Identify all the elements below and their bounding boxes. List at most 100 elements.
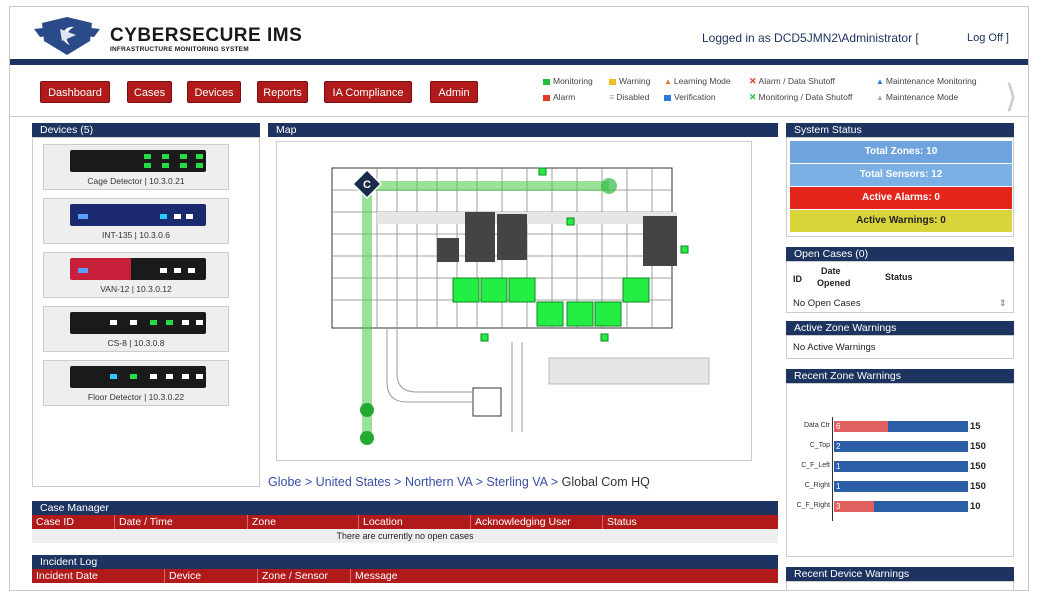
col-status[interactable]: Status (602, 515, 637, 529)
no-active-warnings: No Active Warnings (793, 342, 876, 353)
open-cases-panel: ID Date Opened Status No Open Cases ⇕ (786, 261, 1014, 313)
no-cases-message: There are currently no open cases (32, 529, 778, 543)
zone-bar-count: 3 (836, 502, 841, 511)
col-device[interactable]: Device (164, 569, 201, 583)
col-opened: Opened (817, 278, 851, 288)
navbar: Dashboard Cases Devices Reports IA Compl… (10, 71, 1028, 117)
legend-disabled: ≡ Disabled (609, 92, 649, 102)
legend-label: Alarm / Data Shutoff (758, 76, 835, 86)
legend-label: Disabled (616, 92, 650, 102)
nav-cases[interactable]: Cases (127, 81, 172, 103)
device-image (70, 258, 206, 280)
device-image (70, 150, 206, 172)
zone-bar-total: 150 (970, 481, 986, 492)
col-date: Date (821, 266, 841, 276)
warning-icon (609, 78, 616, 85)
total-sensors: Total Sensors: 12 (790, 164, 1012, 186)
disabled-icon: ≡ (609, 92, 615, 102)
open-cases-title: Open Cases (0) (786, 247, 1014, 261)
legend-label: Verification (674, 92, 716, 102)
device-card[interactable]: Cage Detector | 10.3.0.21 (43, 144, 229, 190)
app-title: CYBERSECURE IMS (110, 25, 303, 46)
alarm-icon (543, 94, 550, 101)
zone-bar[interactable]: 6 (834, 421, 968, 432)
login-status: Logged in as DCD5JMN2\Administrator [ (702, 31, 919, 45)
breadcrumb: Globe > United States > Northern VA > St… (268, 475, 650, 489)
header: CYBERSECURE IMS INFRASTRUCTURE MONITORIN… (10, 7, 1028, 65)
zone-bar-label: C_F_Right (796, 502, 830, 509)
case-manager-title: Case Manager (32, 501, 778, 515)
crumb-sep: > (394, 475, 402, 489)
device-card[interactable]: INT-135 | 10.3.0.6 (43, 198, 229, 244)
total-zones: Total Zones: 10 (790, 141, 1012, 163)
zone-bar-total: 15 (970, 421, 981, 432)
map-canvas[interactable]: C (276, 141, 752, 461)
col-ack-user[interactable]: Acknowledging User (470, 515, 571, 529)
nav-admin[interactable]: Admin (430, 81, 478, 103)
col-status: Status (885, 272, 913, 282)
zone-bar-label: Data Ctr (803, 422, 830, 429)
zone-bar-total: 150 (970, 441, 986, 452)
col-location[interactable]: Location (358, 515, 403, 529)
legend-label: Monitoring (553, 76, 593, 86)
crumb-current: Global Com HQ (561, 475, 650, 489)
spinner-icon[interactable]: ⇕ (999, 298, 1007, 309)
legend-label: Alarm (553, 92, 576, 102)
zone-warnings-panel: No Active Warnings (786, 335, 1014, 359)
zone-bar[interactable]: 3 (834, 501, 968, 512)
map-marker-label[interactable]: C (363, 179, 371, 191)
col-case-id[interactable]: Case ID (32, 515, 74, 529)
nav-ia-compliance[interactable]: IA Compliance (324, 81, 412, 103)
col-zone[interactable]: Zone (247, 515, 276, 529)
recent-device-warnings-title: Recent Device Warnings (786, 567, 1014, 581)
nav-dashboard[interactable]: Dashboard (40, 81, 110, 103)
legend-label: Monitoring / Data Shutoff (758, 92, 853, 102)
incident-log-header: Incident Date Device Zone / Sensor Messa… (32, 569, 778, 583)
devices-title: Devices (5) (32, 123, 260, 137)
col-date-time[interactable]: Date / Time (114, 515, 173, 529)
legend-alarm: Alarm (543, 92, 575, 102)
device-card[interactable]: Floor Detector | 10.3.0.22 (43, 360, 229, 406)
legend-warning: Warning (609, 76, 650, 86)
legend-label: Maintenance Mode (885, 92, 959, 102)
col-zone-sensor[interactable]: Zone / Sensor (257, 569, 328, 583)
app-subtitle: INFRASTRUCTURE MONITORING SYSTEM (110, 46, 249, 53)
monitoring-icon (543, 78, 550, 85)
alarm-shutoff-icon: ✕ (749, 76, 757, 86)
zone-bar[interactable]: 2 (834, 441, 968, 452)
device-card[interactable]: VAN-12 | 10.3.0.12 (43, 252, 229, 298)
col-message[interactable]: Message (350, 569, 398, 583)
mon-shutoff-icon: ✕ (749, 92, 757, 102)
crumb-nva[interactable]: Northern VA (405, 475, 472, 489)
crumb-sep: > (304, 475, 313, 489)
nav-devices[interactable]: Devices (187, 81, 241, 103)
zone-bar[interactable]: 1 (834, 461, 968, 472)
crumb-sterling[interactable]: Sterling VA (486, 475, 547, 489)
nav-reports[interactable]: Reports (257, 81, 308, 103)
zone-bar-total: 10 (970, 501, 981, 512)
zone-bar-count: 1 (836, 462, 841, 471)
legend-maint-mode: ▲ Maintenance Mode (876, 92, 958, 102)
zone-bar-count: 1 (836, 482, 841, 491)
col-incident-date[interactable]: Incident Date (32, 569, 98, 583)
zone-bar[interactable]: 1 (834, 481, 968, 492)
learning-triangle-icon: ▲ (664, 77, 672, 86)
zone-bar-label: C_Top (809, 442, 830, 449)
logoff-link[interactable]: Log Off ] (967, 32, 1009, 44)
zone-bar-total: 150 (970, 461, 986, 472)
crumb-globe[interactable]: Globe (268, 475, 301, 489)
crumb-us[interactable]: United States (316, 475, 391, 489)
device-image (70, 312, 206, 334)
no-open-cases: No Open Cases (793, 298, 861, 309)
floor-plan: C (331, 167, 710, 445)
col-id: ID (793, 274, 802, 284)
active-warnings: Active Warnings: 0 (790, 210, 1012, 232)
zone-bar-label: C_F_Left (801, 462, 830, 469)
scroll-right-icon[interactable]: ⟩ (1005, 77, 1017, 115)
devices-panel: Cage Detector | 10.3.0.21 INT-135 | 10.3… (32, 137, 260, 487)
device-card[interactable]: CS-8 | 10.3.0.8 (43, 306, 229, 352)
zone-bar-count: 6 (836, 422, 841, 431)
device-label: Floor Detector | 10.3.0.22 (87, 392, 185, 402)
legend-monitoring: Monitoring (543, 76, 593, 86)
device-label: Cage Detector | 10.3.0.21 (87, 176, 185, 186)
